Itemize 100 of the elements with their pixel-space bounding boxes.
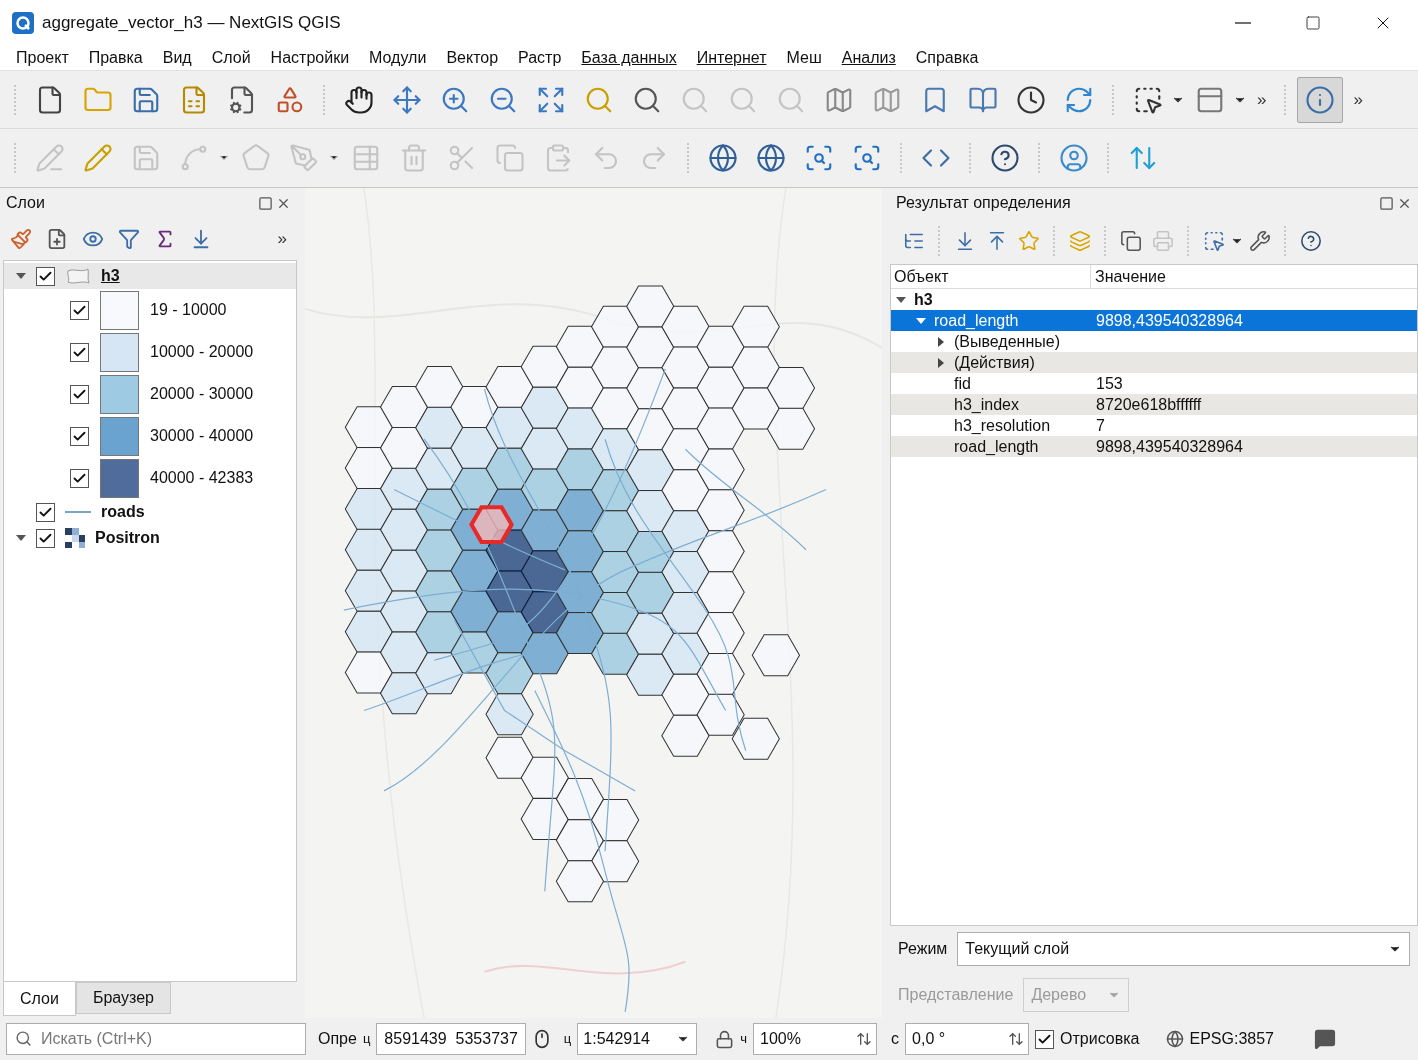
result-label: (Выведенные) xyxy=(954,331,1060,352)
lock-icon[interactable] xyxy=(715,1029,735,1049)
expand-arrow-icon[interactable] xyxy=(936,357,946,368)
checkbox[interactable] xyxy=(70,426,89,446)
rotation-label: с xyxy=(891,1029,900,1049)
checkbox[interactable] xyxy=(36,528,55,548)
vertex-tool-icon xyxy=(289,143,319,173)
menu-item[interactable]: Настройки xyxy=(260,45,360,70)
globe-icon[interactable] xyxy=(1165,1030,1184,1048)
checkbox[interactable] xyxy=(70,300,89,320)
shapes-icon xyxy=(275,84,305,115)
menu-item[interactable]: Правка xyxy=(78,45,153,70)
float-panel-icon[interactable] xyxy=(258,195,273,211)
column-header[interactable]: Значение xyxy=(1091,265,1166,288)
line-layer-icon xyxy=(65,510,91,514)
layer-name: roads xyxy=(101,502,145,522)
window-title: aggregate_vector_h3 — NextGIS QGIS xyxy=(42,11,341,34)
menu-item[interactable]: Справка xyxy=(905,45,989,70)
result-label: road_length xyxy=(954,436,1039,457)
result-row[interactable]: h3_index 8720e618bffffff xyxy=(891,394,1417,415)
legend-label: 40000 - 42383 xyxy=(150,468,254,488)
checkbox[interactable] xyxy=(36,266,55,286)
result-label: (Действия) xyxy=(954,352,1035,373)
collapse-arrow-icon[interactable] xyxy=(16,533,26,543)
more-tools-chevron[interactable]: » xyxy=(277,226,287,252)
scale-label: ц xyxy=(563,1030,572,1049)
result-label: h3_resolution xyxy=(954,415,1051,436)
result-value: 153 xyxy=(1095,373,1123,394)
checkbox[interactable] xyxy=(70,384,89,404)
result-row[interactable]: (Действия) xyxy=(891,352,1417,373)
coordinate-label: Опре xyxy=(318,1029,357,1049)
field-label: Представление xyxy=(898,985,1014,1005)
collapse-arrow-icon[interactable] xyxy=(916,315,926,326)
scale-combobox[interactable]: 1:542914 xyxy=(577,1023,698,1055)
search-field[interactable]: Искать (Ctrl+K) xyxy=(6,1023,306,1055)
panel-tab[interactable]: Слои xyxy=(3,982,76,1016)
table-icon xyxy=(351,143,381,173)
spin-arrows-icon xyxy=(856,1031,873,1047)
checkbox[interactable] xyxy=(70,468,89,488)
add-group-icon[interactable] xyxy=(46,228,68,250)
trash-icon xyxy=(399,143,429,173)
result-row[interactable]: road_length 9898,439540328964 xyxy=(891,436,1417,457)
expand-arrow-icon[interactable] xyxy=(936,336,946,347)
magnifier-spinbox[interactable]: 100% xyxy=(753,1023,878,1055)
panel-tab[interactable]: Браузер xyxy=(75,982,171,1014)
rotation-spinbox[interactable]: 0,0 ° xyxy=(905,1023,1030,1055)
more-tools-chevron[interactable]: » xyxy=(1345,86,1371,113)
result-value: 9898,439540328964 xyxy=(1095,436,1243,457)
menu-item[interactable]: Растр xyxy=(508,45,572,70)
more-tools-chevron[interactable]: » xyxy=(1249,86,1275,113)
layer-row[interactable]: Positron xyxy=(4,525,296,551)
legend-label: 10000 - 20000 xyxy=(150,342,254,362)
pencil-icon xyxy=(83,143,113,173)
messages-icon[interactable] xyxy=(1314,1028,1336,1050)
layer-row[interactable]: roads xyxy=(4,499,296,525)
menu-item[interactable]: Интернет xyxy=(686,45,777,70)
identify-button[interactable] xyxy=(1297,76,1344,123)
map-search-icon xyxy=(804,143,834,173)
result-label: h3 xyxy=(914,289,933,310)
minimize-icon xyxy=(1235,21,1251,24)
polygon-layer-icon xyxy=(65,267,91,285)
float-panel-icon[interactable] xyxy=(1379,195,1394,211)
coordinate-field[interactable]: 8591439 5353737 xyxy=(376,1023,526,1055)
field-label: Режим xyxy=(898,939,948,959)
layer-name: h3 xyxy=(101,266,120,286)
move-arrows-icon xyxy=(392,84,422,115)
panel-title: Слои xyxy=(6,193,45,213)
legend-label: 20000 - 30000 xyxy=(150,384,254,404)
layer-row[interactable]: h3 xyxy=(4,263,296,289)
menu-item[interactable]: База данных xyxy=(571,45,687,70)
checkbox[interactable] xyxy=(1035,1029,1055,1049)
menu-item[interactable]: Модули xyxy=(359,45,437,70)
globe-icon xyxy=(708,143,738,173)
layers-icon xyxy=(1069,230,1091,252)
menu-item[interactable]: Меш xyxy=(776,45,832,70)
menu-item[interactable]: Слой xyxy=(201,45,261,70)
polygon-icon xyxy=(241,143,271,173)
globe-icon xyxy=(756,143,786,173)
menu-item[interactable]: Проект xyxy=(6,45,79,70)
app-logo-icon xyxy=(12,11,34,34)
result-label: road_length xyxy=(934,310,1019,331)
checkbox[interactable] xyxy=(70,342,89,362)
menu-item[interactable]: Вектор xyxy=(436,45,509,70)
collapse-arrow-icon[interactable] xyxy=(896,294,906,305)
menu-item[interactable]: Вид xyxy=(152,45,202,70)
paintbrush-icon[interactable] xyxy=(10,228,32,250)
filter-icon[interactable] xyxy=(118,228,140,250)
dropdown[interactable]: Текущий слой xyxy=(957,932,1410,966)
menu-item[interactable]: Анализ xyxy=(831,45,906,70)
result-row[interactable]: road_length 9898,439540328964 xyxy=(891,310,1417,331)
crs-label[interactable]: EPSG:3857 xyxy=(1189,1027,1274,1051)
hexagon-grid-map-drawing[interactable] xyxy=(305,188,882,1018)
maximize-icon xyxy=(1305,14,1321,31)
checkbox[interactable] xyxy=(36,502,55,522)
info-icon xyxy=(1305,84,1336,115)
coordinate-unit-label: ц xyxy=(362,1030,371,1049)
collapse-arrow-icon[interactable] xyxy=(16,271,26,281)
column-header[interactable]: Объект xyxy=(891,265,1091,288)
result-value: 7 xyxy=(1095,415,1105,436)
select-icon xyxy=(1203,230,1225,252)
